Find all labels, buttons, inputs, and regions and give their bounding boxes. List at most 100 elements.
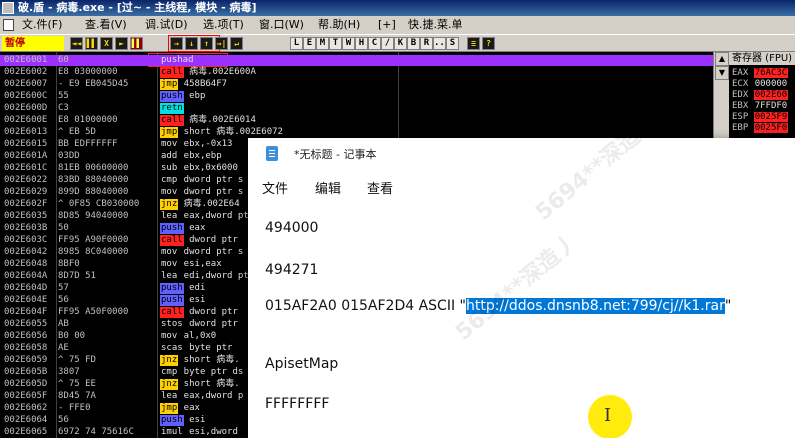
- mnemonic: lea: [161, 391, 178, 401]
- toolbar-button[interactable]: ◄◄: [70, 37, 83, 50]
- operands: esi,dword: [183, 427, 238, 437]
- operands: ebx,ebp: [178, 151, 222, 161]
- disasm-row[interactable]: 002E6007 - E9 EB045D45 jmp 458B64F7: [0, 79, 713, 90]
- instruction: scas byte ptr: [160, 343, 232, 354]
- mnemonic: push: [160, 415, 184, 426]
- hex-bytes: C3: [58, 103, 69, 113]
- toolbar-button[interactable]: →|: [215, 37, 228, 50]
- address: 002E601C: [4, 163, 48, 173]
- instruction: jnz short 病毒.: [160, 355, 240, 366]
- toolbar-letter-button[interactable]: B: [407, 37, 420, 50]
- instruction: jnz short 病毒.: [160, 379, 240, 390]
- menu-item[interactable]: 帮.助(H): [318, 16, 360, 34]
- menu-item[interactable]: 调.试(D): [145, 16, 188, 34]
- instruction: push edi: [160, 283, 205, 294]
- window-title: 破.盾 - 病毒.exe - [过~ - 主线程, 模块 - 病毒]: [18, 1, 257, 14]
- disasm-row[interactable]: 002E600D C3 retn: [0, 103, 713, 114]
- register-row[interactable]: EBX 7FFDF0: [732, 101, 788, 112]
- mnemonic: push: [160, 91, 184, 102]
- toolbar-letter-button[interactable]: W: [342, 37, 355, 50]
- operands: 病毒.002E600A: [183, 67, 256, 77]
- notepad-menu-item[interactable]: 文件: [262, 178, 288, 197]
- toolbar-letter-button[interactable]: H: [355, 37, 368, 50]
- toolbar-button[interactable]: ↵: [230, 37, 243, 50]
- toolbar-letter-button[interactable]: T: [329, 37, 342, 50]
- toolbar: 暂停 ◄◄ ▌▌ X ► ▌▌ → ↓ ↑ →| ↵ L E M T W H C / K B R... S ≡?: [0, 34, 795, 52]
- disasm-row[interactable]: 002E600C 55 push ebp: [0, 91, 713, 102]
- address: 002E603C: [4, 235, 48, 245]
- notepad-text-area[interactable]: 494000 494271 015AF2A0 015AF2D4 ASCII "htt…: [248, 200, 795, 438]
- menu-item[interactable]: 快.捷.菜.单: [408, 16, 463, 34]
- toolbar-button[interactable]: ?: [482, 37, 495, 50]
- notepad-line: 494271: [265, 262, 319, 278]
- toolbar-button[interactable]: X: [100, 37, 113, 50]
- title-bar: 破.盾 - 病毒.exe - [过~ - 主线程, 模块 - 病毒]: [0, 0, 795, 16]
- register-row[interactable]: ECX 000000: [732, 79, 788, 90]
- mnemonic: lea: [161, 271, 178, 281]
- hex-bytes: B0 00: [58, 331, 86, 341]
- hex-bytes: BB EDFFFFFF: [58, 139, 118, 149]
- menu-item[interactable]: [+]: [378, 16, 396, 34]
- operands: eax,dword p: [178, 391, 244, 401]
- address: 002E6029: [4, 187, 48, 197]
- notepad-window[interactable]: *无标题 - 记事本 文件 编辑 查看 494000 494271 015AF2A0 0…: [248, 138, 795, 438]
- menu-item[interactable]: 查.看(V): [85, 16, 127, 34]
- hex-bytes: AE: [58, 343, 69, 353]
- toolbar-letter-button[interactable]: S: [446, 37, 459, 50]
- app-icon: [2, 2, 14, 14]
- hex-bytes: 55: [58, 91, 69, 101]
- register-row[interactable]: EDX 002E60: [732, 90, 789, 101]
- scroll-up-arrow-icon[interactable]: ▲: [715, 52, 729, 66]
- menu-item[interactable]: 窗.口(W): [259, 16, 304, 34]
- selected-url[interactable]: http://ddos.dnsnb8.net:799/cj//k1.rar: [465, 298, 725, 314]
- hex-bytes: E8 03000000: [58, 67, 118, 77]
- toolbar-letter-button[interactable]: C: [368, 37, 381, 50]
- register-row[interactable]: EAX 76AC3C: [732, 68, 789, 79]
- operands: short 病毒.: [178, 379, 240, 389]
- menu-item[interactable]: 文.件(F): [22, 16, 62, 34]
- toolbar-button[interactable]: ▌▌: [130, 37, 143, 50]
- toolbar-letter-button[interactable]: /: [381, 37, 394, 50]
- operands: short 病毒.: [178, 355, 240, 365]
- disasm-row[interactable]: 002E600E E8 01000000 call 病毒.002E6014: [0, 115, 713, 126]
- disasm-row[interactable]: 002E6001 60 pushad: [0, 55, 713, 66]
- notepad-menu-item[interactable]: 查看: [367, 178, 393, 197]
- disasm-row[interactable]: 002E6002 E8 03000000 call 病毒.002E600A: [0, 67, 713, 78]
- toolbar-letter-button[interactable]: E: [303, 37, 316, 50]
- toolbar-button[interactable]: ▌▌: [85, 37, 98, 50]
- hex-bytes: 50: [58, 223, 69, 233]
- instruction: push eax: [160, 223, 205, 234]
- instruction: cmp dword ptr s: [160, 175, 243, 186]
- toolbar-button[interactable]: ↑: [200, 37, 213, 50]
- address: 002E6062: [4, 403, 48, 413]
- address: 002E6015: [4, 139, 48, 149]
- mnemonic: jnz: [160, 379, 179, 390]
- toolbar-button[interactable]: ►: [115, 37, 128, 50]
- toolbar-letter-button[interactable]: L: [290, 37, 303, 50]
- instruction: mov al,0x0: [160, 331, 216, 342]
- toolbar-button[interactable]: →: [170, 37, 183, 50]
- disasm-row[interactable]: 002E6013 ^ EB 5D jmp short 病毒.002E6072: [0, 127, 713, 138]
- scroll-down-arrow-icon[interactable]: ▼: [715, 66, 729, 80]
- toolbar-letter-button[interactable]: K: [394, 37, 407, 50]
- toolbar-letter-button[interactable]: ...: [433, 37, 450, 50]
- hex-bytes: 8D45 7A: [58, 391, 96, 401]
- menu-item[interactable]: 选.项(T): [203, 16, 244, 34]
- toolbar-button[interactable]: ↓: [185, 37, 198, 50]
- toolbar-letter-button[interactable]: M: [316, 37, 329, 50]
- notepad-title-bar: *无标题 - 记事本: [248, 138, 795, 170]
- mnemonic: mov: [161, 259, 178, 269]
- operands: 病毒.002E6014: [183, 115, 256, 125]
- register-row[interactable]: ESP 0025F9: [732, 112, 789, 123]
- instruction: lea edi,dword pt: [160, 271, 249, 282]
- address: 002E6001: [4, 55, 48, 65]
- notepad-menu-item[interactable]: 编辑: [315, 178, 341, 197]
- toolbar-button[interactable]: ≡: [467, 37, 480, 50]
- mnemonic: add: [161, 151, 178, 161]
- register-row[interactable]: EBP 0025F0: [732, 123, 789, 134]
- address: 002E605B: [4, 367, 48, 377]
- instruction: mov dword ptr s: [160, 247, 243, 258]
- hex-bytes: 899D 88040000: [58, 187, 129, 197]
- operands: esi: [183, 295, 206, 305]
- toolbar-letter-button[interactable]: R: [420, 37, 433, 50]
